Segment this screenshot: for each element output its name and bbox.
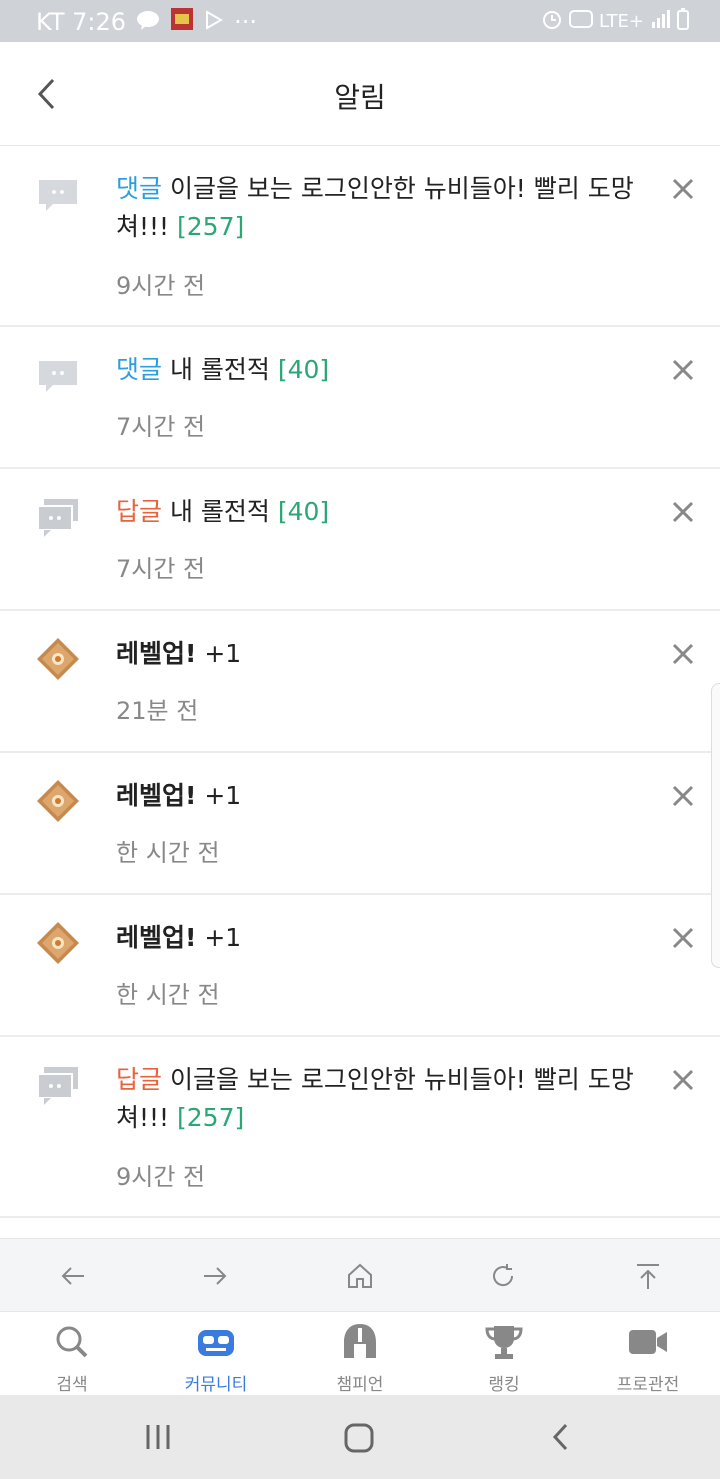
- close-icon[interactable]: [670, 176, 696, 202]
- tab-label: 챔피언: [336, 1375, 384, 1395]
- level-up-icon: [37, 780, 79, 822]
- notification-tag: 답글: [116, 1065, 163, 1094]
- hd-icon: [569, 10, 593, 33]
- notification-item[interactable]: 댓글 이글을 보는 로그인안한 뉴비들아! 빨리 도망쳐!!! [257] 9시…: [0, 146, 720, 327]
- page-title: 알림: [334, 81, 386, 114]
- notification-message: +1: [196, 781, 242, 810]
- comment-icon: [39, 180, 77, 211]
- edge-panel-handle[interactable]: [711, 683, 720, 968]
- comment-icon: [39, 361, 77, 392]
- tab-ranking[interactable]: 랭킹: [432, 1312, 576, 1396]
- tab-champion[interactable]: 챔피언: [288, 1312, 432, 1396]
- tab-bar: 검색 커뮤니티 챔피언 랭킹 프로관전: [0, 1311, 720, 1396]
- notification-tag: 답글: [116, 497, 163, 526]
- notification-time: 9시간 전: [116, 1163, 206, 1191]
- recent-apps-icon[interactable]: [144, 1423, 172, 1451]
- play-store-icon: [204, 8, 224, 36]
- notification-time: 7시간 전: [116, 413, 206, 441]
- champion-helmet-icon: [344, 1324, 376, 1358]
- notification-time: 한 시간 전: [116, 839, 220, 867]
- close-icon[interactable]: [670, 357, 696, 383]
- browser-back-icon[interactable]: [58, 1261, 88, 1291]
- header: 알림: [0, 42, 720, 146]
- notification-item[interactable]: 답글 내 롤전적 [40] 7시간 전: [0, 469, 720, 611]
- reply-icon: [37, 1067, 78, 1105]
- notification-message: +1: [196, 923, 242, 952]
- system-back-icon[interactable]: [548, 1423, 576, 1451]
- talk-icon: [136, 8, 160, 36]
- notification-item[interactable]: 답글 이글을 보는 로그인안한 뉴비들아! 빨리 도망쳐!!! [257] 9시…: [0, 1037, 720, 1218]
- close-icon[interactable]: [670, 1067, 696, 1093]
- app-notification-icon: [170, 7, 194, 37]
- browser-forward-icon[interactable]: [200, 1261, 230, 1291]
- notification-time: 한 시간 전: [116, 981, 220, 1009]
- community-icon: [198, 1330, 234, 1356]
- level-up-icon: [37, 638, 79, 680]
- browser-refresh-icon[interactable]: [488, 1261, 518, 1291]
- comment-count: [257]: [177, 212, 245, 241]
- notification-text: 댓글 이글을 보는 로그인안한 뉴비들아! 빨리 도망쳐!!! [257]: [116, 170, 656, 246]
- alarm-icon: [541, 8, 563, 35]
- close-icon[interactable]: [670, 925, 696, 951]
- notification-item[interactable]: 레벨업! +1 한 시간 전: [0, 895, 720, 1037]
- tab-label: 검색: [56, 1375, 88, 1395]
- browser-toolbar: [0, 1238, 720, 1311]
- notification-text: 레벨업! +1: [116, 777, 656, 815]
- notification-message: 내 롤전적: [162, 355, 278, 384]
- reply-icon: [37, 499, 78, 537]
- notification-text: 레벨업! +1: [116, 919, 656, 957]
- browser-home-icon[interactable]: [345, 1261, 375, 1291]
- notification-item[interactable]: 레벨업! +1 한 시간 전: [0, 753, 720, 895]
- comment-count: [257]: [177, 1103, 245, 1132]
- tab-label: 커뮤니티: [184, 1375, 248, 1395]
- notification-text: 레벨업! +1: [116, 635, 656, 673]
- system-navigation-bar: [0, 1395, 720, 1479]
- notification-message: 내 롤전적: [162, 497, 278, 526]
- scroll-to-top-icon[interactable]: [633, 1261, 663, 1291]
- status-bar: KT 7:26 ··· LTE+: [0, 0, 720, 42]
- close-icon[interactable]: [670, 783, 696, 809]
- carrier-time: KT 7:26: [36, 8, 127, 36]
- trophy-icon: [485, 1326, 523, 1359]
- tab-label: 프로관전: [616, 1375, 680, 1395]
- home-icon[interactable]: [344, 1423, 374, 1453]
- tab-search[interactable]: 검색: [0, 1312, 144, 1396]
- notification-item[interactable]: 댓글 내 롤전적 [40] 7시간 전: [0, 327, 720, 469]
- notification-tag: 레벨업!: [116, 781, 197, 810]
- notification-text: 댓글 내 롤전적 [40]: [116, 351, 656, 389]
- notification-tag: 레벨업!: [116, 639, 197, 668]
- more-notifications-dots: ···: [234, 8, 257, 36]
- notification-time: 21분 전: [116, 697, 199, 725]
- network-type: LTE+: [599, 11, 644, 32]
- level-up-icon: [37, 922, 79, 964]
- notification-list: 댓글 이글을 보는 로그인안한 뉴비들아! 빨리 도망쳐!!! [257] 9시…: [0, 146, 720, 1218]
- notification-tag: 댓글: [116, 174, 163, 203]
- notification-text: 답글 내 롤전적 [40]: [116, 493, 656, 531]
- tab-pro-watch[interactable]: 프로관전: [576, 1312, 720, 1396]
- notification-time: 7시간 전: [116, 555, 206, 583]
- comment-count: [40]: [277, 355, 330, 384]
- close-icon[interactable]: [670, 499, 696, 525]
- close-icon[interactable]: [670, 641, 696, 667]
- notification-time: 9시간 전: [116, 272, 206, 300]
- video-camera-icon: [629, 1330, 667, 1354]
- notification-message: +1: [196, 639, 242, 668]
- notification-text: 답글 이글을 보는 로그인안한 뉴비들아! 빨리 도망쳐!!! [257]: [116, 1061, 656, 1137]
- notification-tag: 레벨업!: [116, 923, 197, 952]
- notification-item[interactable]: 레벨업! +1 21분 전: [0, 611, 720, 753]
- comment-count: [40]: [277, 497, 330, 526]
- signal-icon: [650, 10, 670, 33]
- notification-tag: 댓글: [116, 355, 163, 384]
- battery-icon: [676, 8, 690, 35]
- search-icon: [56, 1326, 88, 1358]
- tab-label: 랭킹: [488, 1375, 520, 1395]
- tab-community[interactable]: 커뮤니티: [144, 1312, 288, 1396]
